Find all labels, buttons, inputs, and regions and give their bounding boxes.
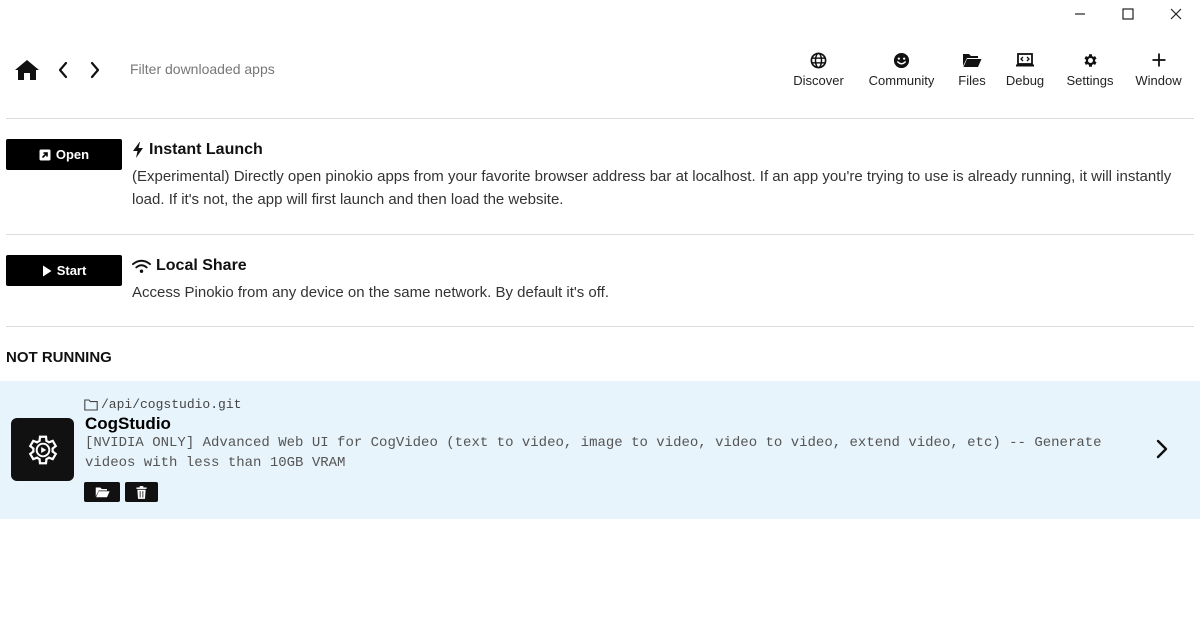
section-heading-not-running: NOT RUNNING	[6, 349, 112, 366]
minimize-icon	[1075, 13, 1085, 15]
app-title: CogStudio	[85, 414, 171, 433]
nav-label: Files	[958, 73, 986, 88]
minimize-button[interactable]	[1056, 0, 1104, 28]
nav-settings[interactable]: Settings	[1064, 50, 1116, 92]
local-share-description: Access Pinokio from any device on the sa…	[132, 284, 609, 301]
close-button[interactable]	[1152, 0, 1200, 28]
folder-open-icon	[962, 50, 982, 70]
divider	[6, 326, 1194, 327]
maximize-button[interactable]	[1104, 0, 1152, 28]
folder-icon	[84, 398, 98, 411]
window-controls	[1056, 0, 1200, 28]
nav-label: Settings	[1066, 73, 1114, 88]
instant-launch-description: (Experimental) Directly open pinokio app…	[132, 168, 1172, 208]
chevron-right-icon	[1156, 439, 1168, 459]
plus-icon	[1151, 50, 1167, 70]
nav-community[interactable]: Community	[865, 50, 938, 92]
home-icon	[15, 60, 39, 80]
nav-label: Debug	[1005, 73, 1045, 88]
start-button-label: Start	[56, 263, 87, 278]
maximize-icon	[1122, 8, 1134, 20]
search-input[interactable]	[124, 56, 444, 82]
nav-discover[interactable]: Discover	[792, 50, 845, 92]
open-folder-button[interactable]	[84, 482, 120, 502]
open-app-chevron[interactable]	[1152, 437, 1172, 461]
folder-open-icon	[95, 487, 110, 498]
trash-icon	[136, 485, 147, 499]
app-path: /api/cogstudio.git	[84, 397, 241, 412]
app-path-text: /api/cogstudio.git	[101, 397, 242, 412]
forward-button[interactable]	[81, 56, 109, 84]
local-share-title-text: Local Share	[156, 257, 247, 274]
gear-icon	[1082, 50, 1099, 70]
app-description: [NVIDIA ONLY] Advanced Web UI for CogVid…	[85, 435, 1102, 471]
square-arrow-up-right-icon	[39, 149, 51, 160]
nav-label: Community	[868, 73, 935, 88]
nav-label: Window	[1135, 73, 1182, 88]
nav-debug[interactable]: Debug	[1006, 50, 1044, 92]
laptop-code-icon	[1015, 50, 1035, 70]
divider	[6, 118, 1194, 119]
gear-play-icon	[28, 435, 57, 464]
wifi-icon	[132, 259, 151, 273]
home-button[interactable]	[13, 56, 41, 84]
instant-launch-title: Instant Launch	[132, 141, 263, 159]
app-card-cogstudio[interactable]: /api/cogstudio.git CogStudio [NVIDIA ONL…	[0, 381, 1200, 519]
nav-files[interactable]: Files	[957, 50, 987, 92]
local-share-title: Local Share	[132, 257, 247, 275]
delete-button[interactable]	[125, 482, 158, 502]
nav-window[interactable]: Window	[1135, 50, 1182, 92]
start-button[interactable]: Start	[6, 255, 122, 286]
bolt-icon	[133, 142, 143, 158]
open-button-label: Open	[55, 147, 90, 162]
instant-launch-title-text: Instant Launch	[149, 141, 263, 158]
chevron-left-icon	[58, 61, 68, 79]
nav-label: Discover	[793, 73, 844, 88]
app-icon	[11, 418, 74, 481]
divider	[6, 234, 1194, 235]
back-button[interactable]	[49, 56, 77, 84]
close-icon	[1170, 8, 1182, 20]
chevron-right-icon	[90, 61, 100, 79]
globe-icon	[810, 50, 827, 70]
play-icon	[42, 265, 52, 276]
smile-icon	[893, 50, 910, 70]
open-button[interactable]: Open	[6, 139, 122, 170]
